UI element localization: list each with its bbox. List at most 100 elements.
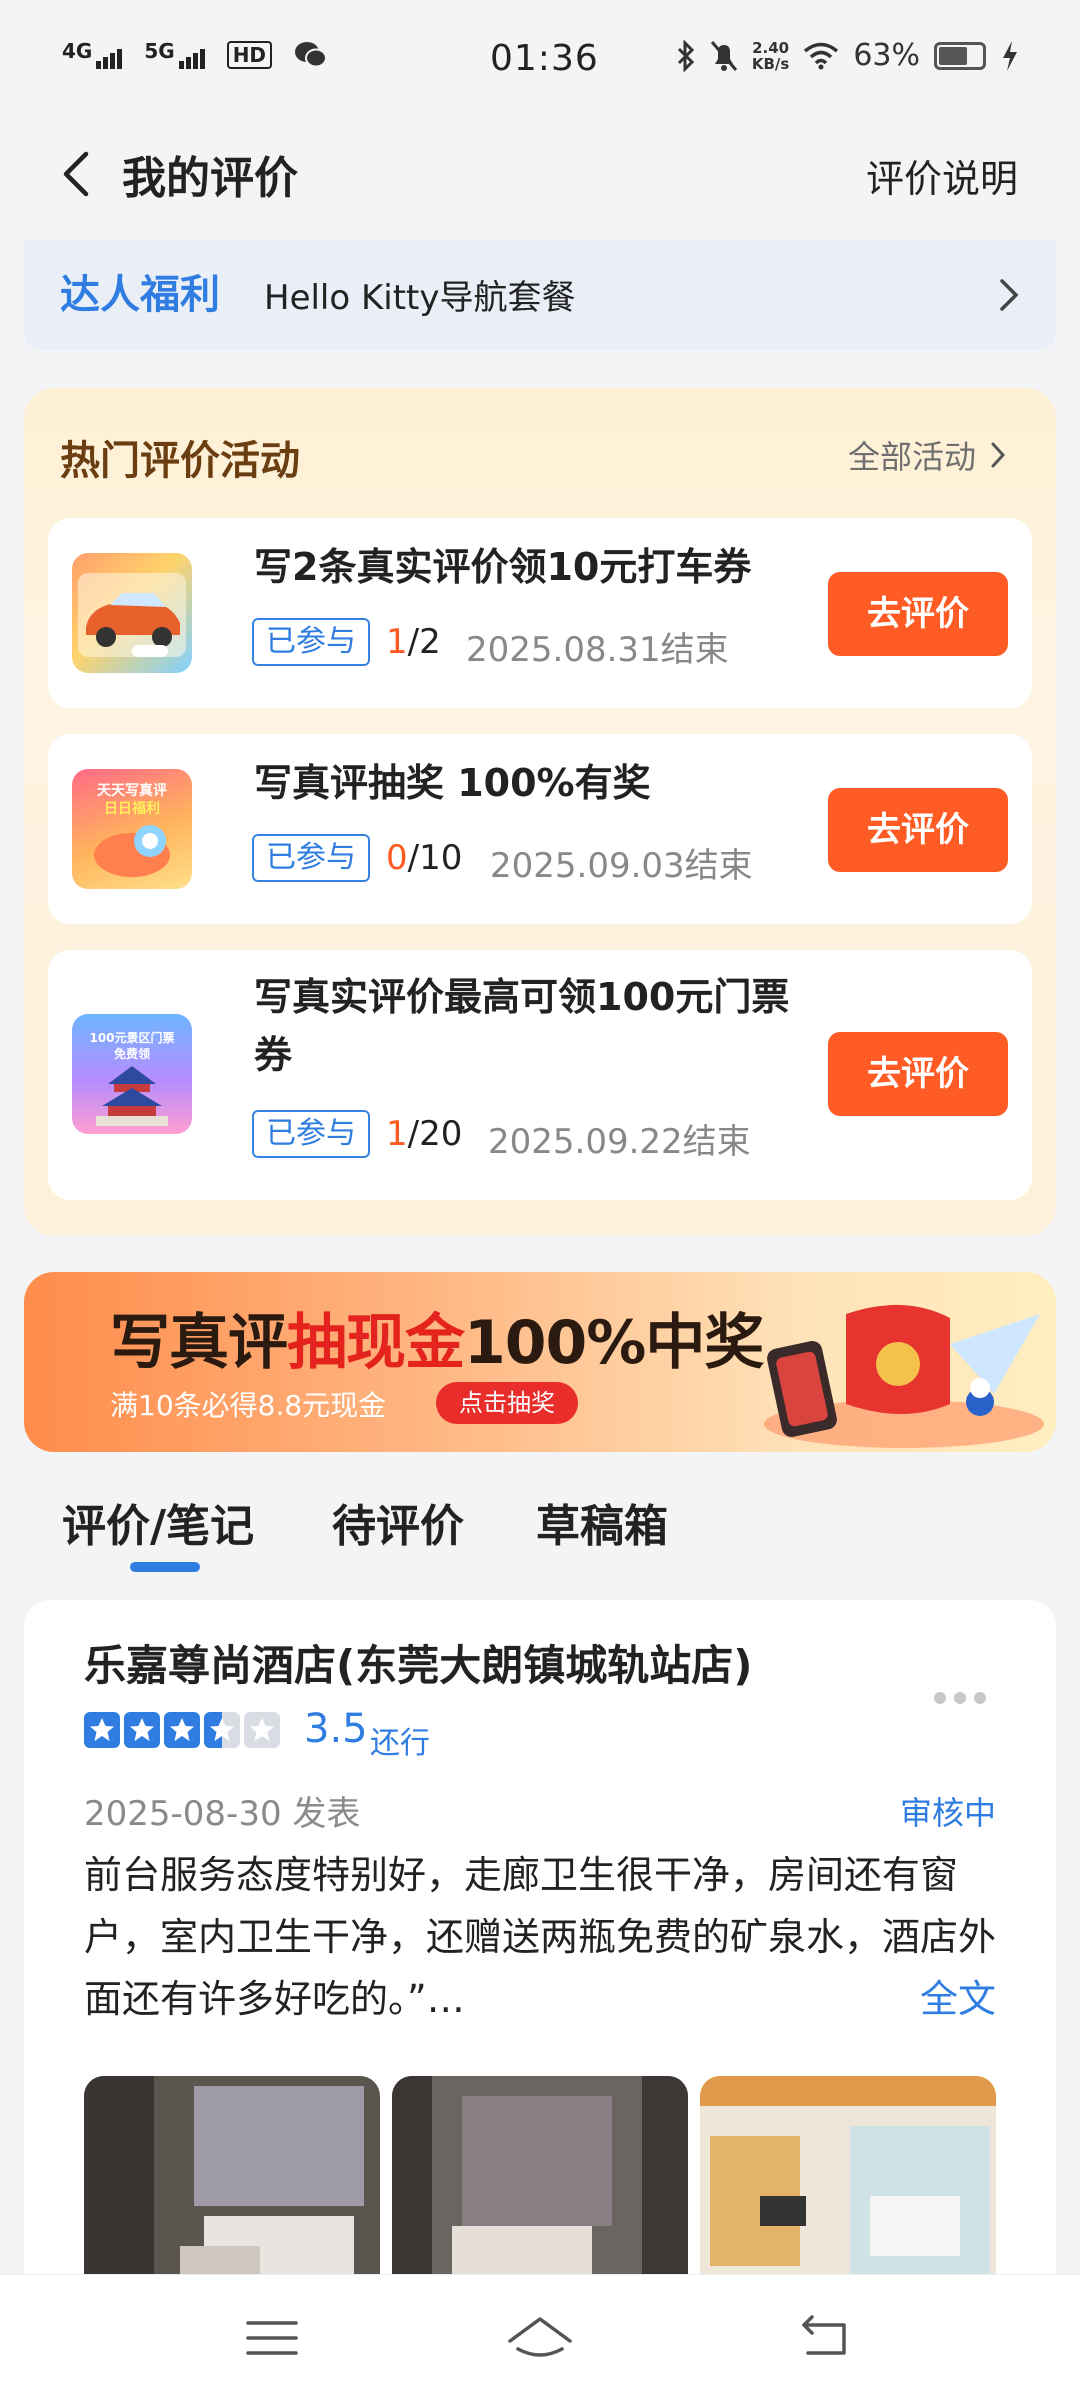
review-status: 审核中 — [899, 1794, 996, 1832]
menu-icon[interactable] — [242, 2313, 302, 2363]
rating-stars — [84, 1712, 280, 1748]
hd-voice-icon: HD — [226, 41, 273, 69]
activity-item: 100元景区门票 免费领 写真实评价最高可领100元门票券 已参与 1/20 2… — [48, 950, 1032, 1200]
thumb-text: 日日福利 — [104, 800, 160, 817]
expert-perk-banner[interactable]: 达人福利 Hello Kitty导航套餐 — [24, 240, 1056, 350]
clock: 01:36 — [490, 38, 599, 79]
review-photo[interactable] — [700, 2076, 996, 2300]
tab-pending[interactable]: 待评价 — [332, 1490, 464, 1554]
home-icon[interactable] — [504, 2313, 576, 2363]
gift-icon: 天天写真评 日日福利 — [94, 782, 170, 877]
app-header: 我的评价 评价说明 — [0, 120, 1080, 230]
review-photo[interactable] — [392, 2076, 688, 2300]
battery-icon — [934, 41, 986, 70]
progress-total: /2 — [407, 622, 441, 662]
more-options-icon[interactable] — [932, 1688, 988, 1708]
page-title: 我的评价 — [122, 153, 298, 204]
wifi-icon — [804, 42, 839, 69]
status-left: 4G 5G HD — [62, 40, 328, 70]
all-activities-link[interactable]: 全部活动 — [848, 432, 1006, 478]
tab-indicator — [130, 1562, 200, 1572]
signal-5g-icon: 5G — [144, 39, 205, 69]
activity-deadline: 2025.09.03结束 — [490, 846, 753, 886]
review-date: 2025-08-30 发表 — [84, 1794, 361, 1834]
activity-name: 写真实评价最高可领100元门票券 — [254, 975, 790, 1077]
activity-progress: 0/10 — [386, 838, 462, 878]
tab-drafts[interactable]: 草稿箱 — [536, 1490, 668, 1554]
temple-icon: 100元景区门票 免费领 — [89, 1030, 175, 1126]
back-icon[interactable] — [50, 144, 110, 204]
progress-total: /20 — [407, 1114, 463, 1154]
car-icon — [78, 573, 186, 657]
promo-title-c: 100%中奖 — [464, 1308, 764, 1378]
net-speed: 2.40 KB/s — [752, 40, 789, 72]
joined-badge: 已参与 — [252, 618, 370, 666]
promo-title-a: 写真评 — [110, 1308, 288, 1378]
review-photos — [84, 2076, 996, 2300]
star-icon — [84, 1712, 120, 1748]
progress-total: /10 — [407, 838, 463, 878]
charging-icon — [1003, 40, 1017, 71]
battery-percent: 63% — [853, 38, 920, 73]
review-photo[interactable] — [84, 2076, 380, 2300]
star-icon — [124, 1712, 160, 1748]
thumb-text: 免费领 — [114, 1046, 150, 1061]
all-activities-label: 全部活动 — [847, 438, 976, 476]
rating-label: 还行 — [370, 1726, 430, 1761]
activity-deadline: 2025.09.22结束 — [488, 1122, 751, 1162]
full-text-link[interactable]: 全文 — [920, 1968, 996, 2023]
chevron-right-icon — [1000, 279, 1019, 311]
wechat-icon — [295, 42, 328, 68]
promo-title: 写真评抽现金100%中奖 — [110, 1294, 764, 1381]
thumb-text: 100元景区门票 — [89, 1030, 174, 1045]
review-help-link[interactable]: 评价说明 — [866, 148, 1018, 203]
activity-item: 天天写真评 日日福利 写真评抽奖 100%有奖 已参与 0/10 2025.09… — [48, 734, 1032, 924]
draw-lottery-button[interactable]: 点击抽奖 — [436, 1382, 578, 1424]
activity-deadline: 2025.08.31结束 — [466, 630, 729, 670]
activity-progress: 1/2 — [386, 622, 441, 662]
activity-name: 写2条真实评价领10元打车券 — [254, 545, 752, 589]
ticket-thumbnail: 100元景区门票 免费领 — [72, 1014, 192, 1134]
network-label-5g: 5G — [144, 39, 175, 63]
activity-item: 写2条真实评价领10元打车券 已参与 1/2 2025.08.31结束 去评价 — [48, 518, 1032, 708]
hot-activities-card: 热门评价活动 全部活动 写2条真实评价领10元打车券 已参与 1/2 2025.… — [24, 388, 1056, 1236]
joined-badge: 已参与 — [252, 834, 370, 882]
progress-current: 1 — [386, 1114, 408, 1154]
lottery-thumbnail: 天天写真评 日日福利 — [72, 769, 192, 889]
activity-name: 写真评抽奖 100%有奖 — [254, 761, 651, 805]
hotel-name[interactable]: 乐嘉尊尚酒店(东莞大朗镇城轨站店) — [84, 1632, 752, 1693]
net-speed-unit: KB/s — [751, 54, 790, 73]
go-review-button[interactable]: 去评价 — [828, 1032, 1008, 1116]
perk-tag: 达人福利 — [60, 272, 220, 318]
review-text[interactable]: 前台服务态度特别好，走廊卫生很干净，房间还有窗户，室内卫生干净，还赠送两瓶免费的… — [84, 1844, 1004, 2030]
activities-title: 热门评价活动 — [60, 438, 300, 484]
go-review-button[interactable]: 去评价 — [828, 788, 1008, 872]
progress-current: 1 — [386, 622, 408, 662]
chevron-right-icon — [991, 442, 1006, 468]
mute-bell-icon — [710, 40, 737, 71]
cash-lottery-banner[interactable]: 写真评抽现金100%中奖 满10条必得8.8元现金 点击抽奖 — [24, 1272, 1056, 1452]
tab-reviews-notes[interactable]: 评价/笔记 — [62, 1490, 254, 1554]
thumb-text: 天天写真评 — [97, 782, 167, 799]
net-speed-value: 2.40 — [752, 38, 790, 57]
empty-star-icon — [244, 1712, 280, 1748]
review-card[interactable]: 乐嘉尊尚酒店(东莞大朗镇城轨站店) 3.5 还行 2025-08-30 发表 审… — [24, 1600, 1056, 2300]
go-review-button[interactable]: 去评价 — [828, 572, 1008, 656]
status-bar: 4G 5G HD 01:36 2.40 KB/s 63% — [0, 0, 1080, 120]
joined-badge: 已参与 — [252, 1110, 370, 1158]
system-nav-bar — [0, 2274, 1080, 2400]
network-label-4g: 4G — [62, 39, 93, 63]
activity-progress: 1/20 — [386, 1114, 462, 1154]
red-packet-illustration — [764, 1304, 1044, 1448]
car-coupon-thumbnail — [72, 553, 192, 673]
signal-4g-icon: 4G — [62, 39, 123, 69]
half-star-icon — [204, 1712, 240, 1748]
review-tabs: 评价/笔记 待评价 草稿箱 — [0, 1480, 1080, 1580]
rating-score: 3.5 — [304, 1706, 368, 1752]
star-icon — [164, 1712, 200, 1748]
promo-subtitle: 满10条必得8.8元现金 — [110, 1389, 387, 1422]
back-nav-icon[interactable] — [796, 2313, 856, 2363]
promo-title-b: 抽现金 — [287, 1308, 465, 1378]
bluetooth-icon — [677, 39, 694, 72]
status-right: 2.40 KB/s 63% — [676, 38, 1020, 73]
